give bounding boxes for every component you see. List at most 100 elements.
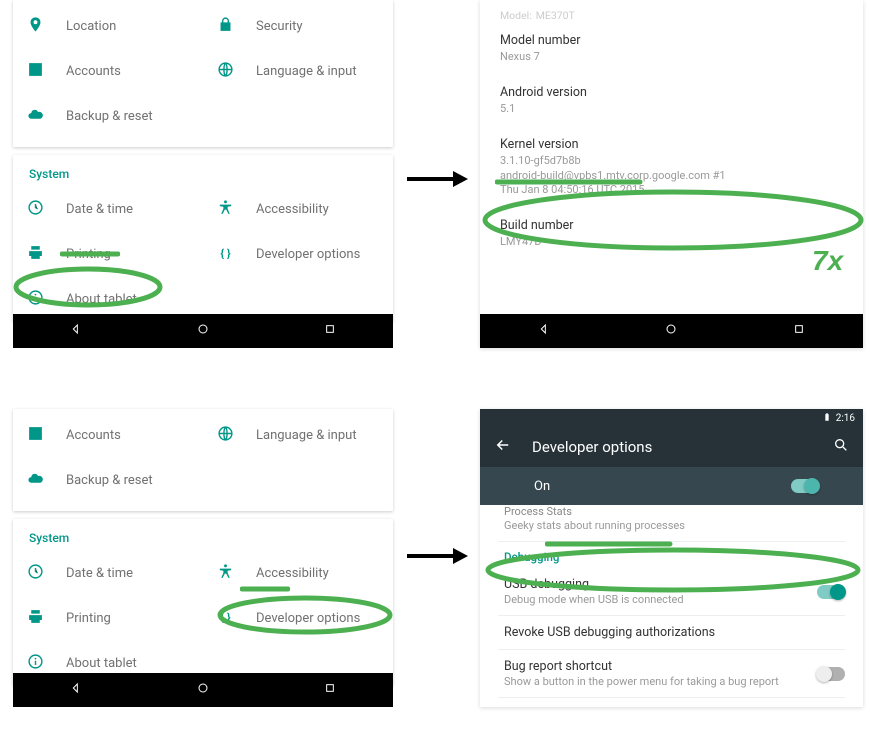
info-icon [27, 653, 44, 674]
setting-label: Accessibility [256, 566, 329, 581]
cloud-icon [27, 106, 44, 127]
nav-home-icon[interactable] [663, 321, 679, 341]
dev-title: Bug report shortcut [504, 659, 817, 674]
back-arrow-icon[interactable] [494, 436, 512, 458]
setting-label: About tablet [66, 292, 137, 307]
setting-label: Location [66, 19, 116, 34]
settings-panel-1: Location Security Accounts Language & in… [13, 0, 393, 348]
dev-revoke-auth[interactable]: Revoke USB debugging authorizations [498, 616, 845, 650]
nav-home-icon[interactable] [195, 321, 211, 341]
setting-language[interactable]: Language & input [203, 413, 393, 458]
setting-security[interactable]: Security [203, 4, 393, 49]
info-build-number[interactable]: Build number LMY47D [500, 208, 843, 260]
info-sub: android-build@vpbs1.mtv.corp.google.com … [500, 169, 843, 184]
info-sub: Nexus 7 [500, 50, 843, 65]
on-label: On [534, 479, 791, 494]
navbar [480, 314, 863, 348]
setting-language[interactable]: Language & input [203, 49, 393, 94]
lock-icon [217, 16, 234, 37]
settings-panel-2: Accounts Language & input Backup & reset… [13, 409, 393, 707]
info-sub: Thu Jan 8 04:50:16 UTC 2015 [500, 183, 843, 198]
setting-label: Backup & reset [66, 109, 153, 124]
setting-printing[interactable]: Printing [13, 232, 203, 277]
setting-accessibility[interactable]: Accessibility [203, 187, 393, 232]
setting-accounts[interactable]: Accounts [13, 413, 203, 458]
info-icon [27, 289, 44, 310]
annot-7x-label: 7x [812, 245, 843, 277]
dev-mock-locations[interactable]: Allow mock locations Allow mock location… [498, 698, 845, 707]
search-icon[interactable] [833, 437, 849, 457]
setting-label: Backup & reset [66, 473, 153, 488]
bug-report-toggle[interactable] [817, 667, 845, 681]
section-header-system: System [13, 519, 393, 551]
nav-home-icon[interactable] [195, 680, 211, 700]
location-icon [27, 16, 44, 37]
arrow-2 [405, 545, 470, 567]
info-sub: LMY47D [500, 235, 843, 250]
accessibility-icon [217, 563, 234, 584]
nav-back-icon[interactable] [536, 321, 552, 341]
info-model-number[interactable]: Model number Nexus 7 [500, 23, 843, 75]
dev-title: Revoke USB debugging authorizations [504, 625, 845, 640]
printer-icon [27, 608, 44, 629]
setting-label: Accounts [66, 428, 121, 443]
dev-usb-debugging[interactable]: USB debugging Debug mode when USB is con… [498, 568, 845, 616]
dev-title-cut: Process Stats [504, 505, 845, 518]
nav-back-icon[interactable] [68, 680, 84, 700]
appbar-title: Developer options [532, 438, 833, 456]
battery-icon [822, 412, 832, 425]
setting-printing[interactable]: Printing [13, 596, 203, 641]
globe-icon [217, 61, 234, 82]
setting-devoptions[interactable]: Developer options [203, 596, 393, 641]
info-title: Model number [500, 33, 843, 48]
globe-icon [217, 425, 234, 446]
navbar [13, 673, 393, 707]
setting-label: Security [256, 19, 303, 34]
setting-label: Language & input [256, 64, 357, 79]
dev-sub: Geeky stats about running processes [504, 519, 845, 532]
master-toggle[interactable] [791, 479, 819, 493]
info-title: Android version [500, 85, 843, 100]
master-toggle-row[interactable]: On [480, 467, 863, 505]
clock-icon [27, 199, 44, 220]
section-header-system: System [13, 155, 393, 187]
nav-back-icon[interactable] [68, 321, 84, 341]
appbar: Developer options [480, 427, 863, 467]
usb-debugging-toggle[interactable] [817, 585, 845, 599]
cloud-icon [27, 470, 44, 491]
setting-label: Accounts [66, 64, 121, 79]
info-kernel-version[interactable]: Kernel version 3.1.10-gf5d7b8b android-b… [500, 127, 843, 209]
info-android-version[interactable]: Android version 5.1 [500, 75, 843, 127]
account-icon [27, 61, 44, 82]
arrow-1 [405, 168, 470, 190]
setting-datetime[interactable]: Date & time [13, 187, 203, 232]
navbar [13, 314, 393, 348]
setting-devoptions[interactable]: Developer options [203, 232, 393, 277]
dev-section-debugging: Debugging [498, 542, 845, 568]
nav-recent-icon[interactable] [322, 680, 338, 700]
dev-sub: Show a button in the power menu for taki… [504, 675, 817, 688]
setting-label: Printing [66, 611, 111, 626]
dev-bug-report[interactable]: Bug report shortcut Show a button in the… [498, 650, 845, 698]
about-panel: Model: ME370T Model number Nexus 7 Andro… [480, 0, 863, 348]
setting-label: Printing [66, 247, 111, 262]
nav-recent-icon[interactable] [791, 321, 807, 341]
braces-icon [217, 608, 234, 629]
setting-label: Developer options [256, 611, 360, 626]
setting-label: Developer options [256, 247, 360, 262]
setting-label: Language & input [256, 428, 357, 443]
dev-sub: Debug mode when USB is connected [504, 593, 817, 606]
info-title: Build number [500, 218, 843, 233]
setting-accounts[interactable]: Accounts [13, 49, 203, 94]
account-icon [27, 425, 44, 446]
setting-label: Accessibility [256, 202, 329, 217]
setting-accessibility[interactable]: Accessibility [203, 551, 393, 596]
clock-icon [27, 563, 44, 584]
setting-backup[interactable]: Backup & reset [13, 94, 203, 139]
model-id: ME370T [536, 9, 575, 22]
setting-datetime[interactable]: Date & time [13, 551, 203, 596]
nav-recent-icon[interactable] [322, 321, 338, 341]
dev-title: USB debugging [504, 577, 817, 592]
setting-location[interactable]: Location [13, 4, 203, 49]
setting-backup[interactable]: Backup & reset [13, 458, 203, 503]
